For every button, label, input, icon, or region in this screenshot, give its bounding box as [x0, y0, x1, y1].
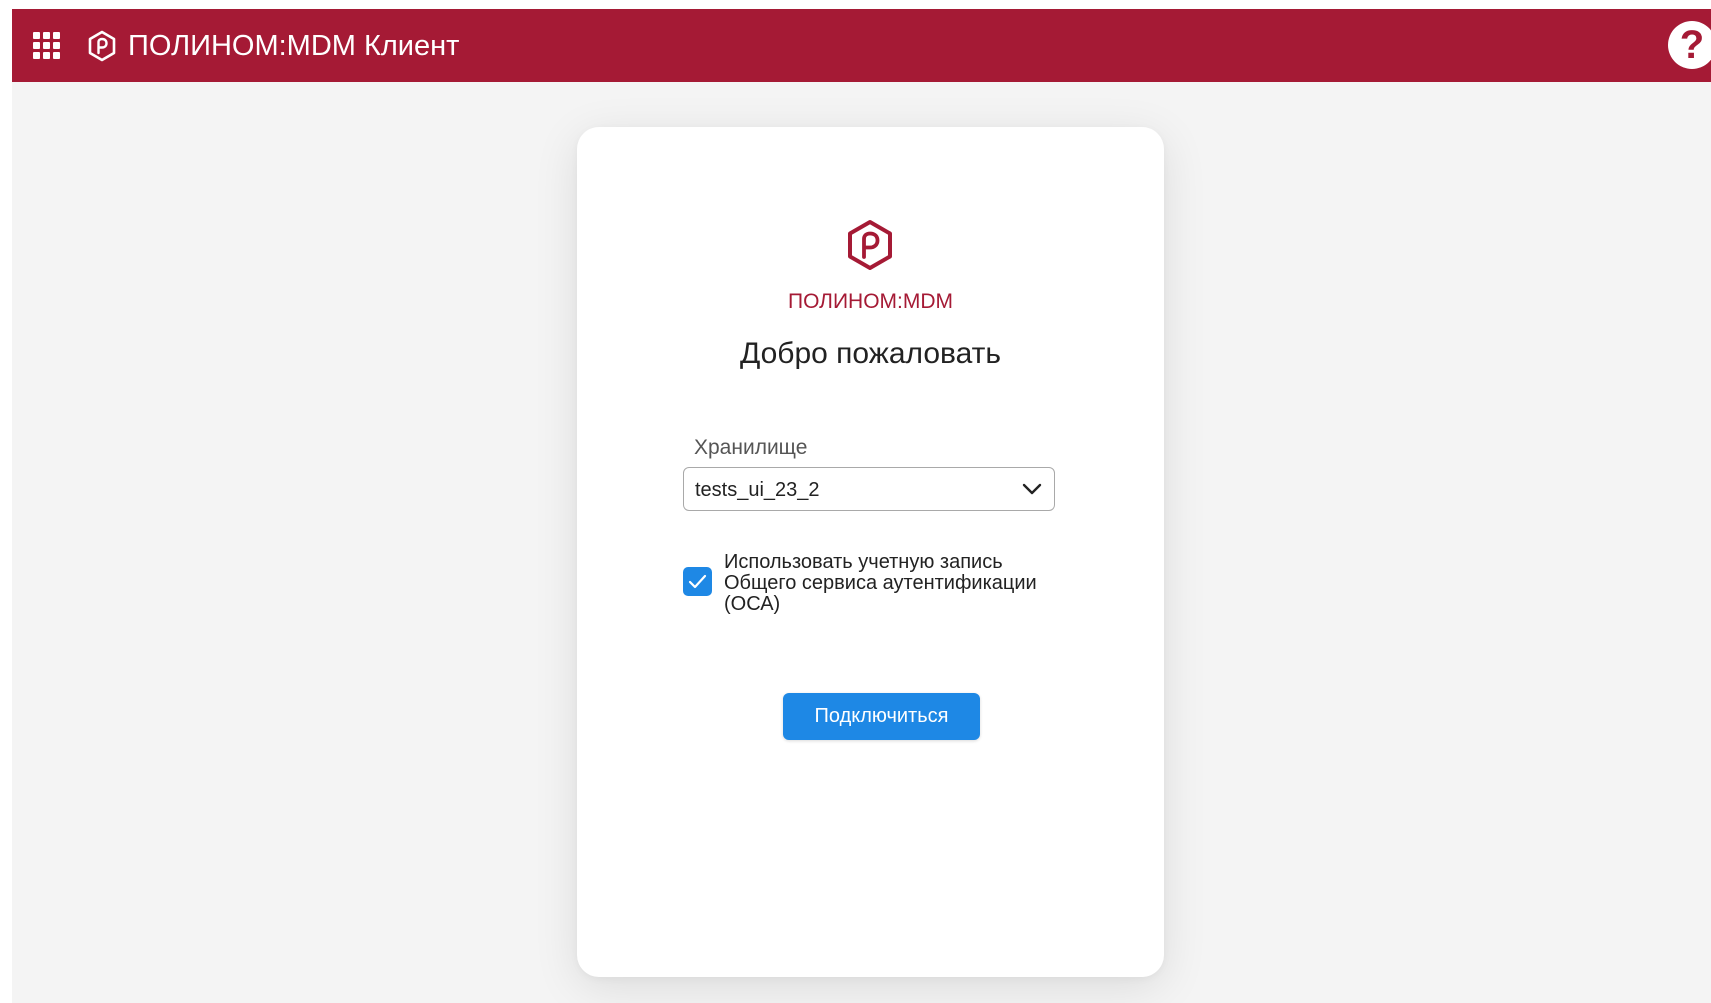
apps-grid-icon[interactable] [31, 30, 61, 60]
connect-button[interactable]: Подключиться [783, 693, 980, 740]
oca-checkbox[interactable] [683, 567, 712, 596]
storage-label: Хранилище [694, 436, 808, 459]
app-window: ПОЛИНОМ:MDM Клиент ? ПОЛИНОМ:MDM Добро п… [12, 9, 1711, 1003]
oca-checkbox-label[interactable]: Использовать учетную запись Общего серви… [724, 552, 1054, 615]
brand-name: ПОЛИНОМ:MDM [787, 290, 954, 313]
app-title: ПОЛИНОМ:MDM Клиент [128, 30, 460, 62]
top-bar: ПОЛИНОМ:MDM Клиент ? [12, 9, 1711, 82]
chevron-down-icon [1022, 483, 1042, 495]
polinom-logo-icon [88, 30, 116, 62]
polinom-logo-icon [848, 220, 892, 270]
checkmark-icon [688, 574, 707, 589]
help-icon[interactable]: ? [1668, 21, 1711, 69]
welcome-heading: Добро пожаловать [739, 337, 1002, 370]
storage-select[interactable]: tests_ui_23_2 [683, 467, 1055, 511]
login-card: ПОЛИНОМ:MDM Добро пожаловать Хранилище t… [577, 127, 1164, 977]
storage-select-value: tests_ui_23_2 [695, 479, 820, 501]
